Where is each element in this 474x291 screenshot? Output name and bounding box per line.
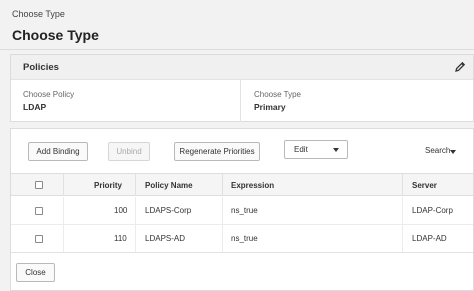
footer-divider: [11, 252, 473, 253]
page-title: Choose Type: [12, 27, 99, 43]
breadcrumb: Choose Type: [12, 9, 65, 19]
policies-panel-header: Policies: [11, 55, 473, 80]
header-divider: [0, 49, 474, 50]
select-all-checkbox[interactable]: [35, 181, 43, 189]
choose-type-field: Choose Type Primary: [242, 80, 474, 122]
close-button[interactable]: Close: [16, 263, 55, 282]
column-divider: [135, 225, 136, 252]
server-cell: LDAP-AD: [412, 234, 447, 243]
choose-type-value: Primary: [254, 102, 286, 112]
table-row[interactable]: 100 LDAPS-Corp ns_true LDAP-Corp: [11, 197, 473, 225]
pencil-icon[interactable]: [453, 60, 467, 74]
edit-select-value: Edit: [294, 145, 308, 154]
server-cell: LDAP-Corp: [412, 206, 453, 215]
row-checkbox[interactable]: [35, 235, 43, 243]
unbind-button[interactable]: Unbind: [108, 142, 150, 161]
column-header-server[interactable]: Server: [412, 181, 437, 190]
chevron-down-icon: [450, 150, 456, 154]
expression-cell: ns_true: [231, 234, 258, 243]
search-button[interactable]: Search: [425, 146, 456, 155]
table-row[interactable]: 110 LDAPS-AD ns_true LDAP-AD: [11, 225, 473, 253]
choose-policy-field: Choose Policy LDAP: [11, 80, 241, 122]
regenerate-priorities-button[interactable]: Regenerate Priorities: [174, 142, 260, 161]
priority-cell: 100: [114, 206, 128, 215]
choose-policy-label: Choose Policy: [23, 90, 75, 99]
column-divider: [222, 174, 223, 196]
choose-type-label: Choose Type: [254, 90, 301, 99]
column-divider: [402, 225, 403, 252]
column-divider: [402, 197, 403, 224]
table-header: Priority Policy Name Expression Server: [11, 173, 473, 196]
choose-policy-value: LDAP: [23, 102, 47, 112]
bindings-panel: Add Binding Unbind Regenerate Priorities…: [10, 128, 474, 291]
column-header-policy-name[interactable]: Policy Name: [145, 181, 193, 190]
policy-name-cell: LDAPS-AD: [145, 234, 186, 243]
add-binding-button[interactable]: Add Binding: [28, 142, 88, 161]
column-divider: [222, 197, 223, 224]
policies-panel: Policies Choose Policy LDAP Choose Type …: [10, 54, 474, 122]
column-divider: [402, 174, 403, 196]
column-divider: [222, 225, 223, 252]
chevron-down-icon: [333, 148, 339, 152]
search-label: Search: [425, 146, 451, 155]
column-divider: [135, 174, 136, 196]
priority-cell: 110: [114, 234, 127, 243]
column-divider: [135, 197, 136, 224]
column-divider: [63, 225, 64, 252]
policies-panel-title: Policies: [23, 62, 59, 73]
column-header-expression[interactable]: Expression: [231, 181, 274, 190]
column-divider: [63, 197, 64, 224]
column-header-priority[interactable]: Priority: [94, 181, 122, 190]
edit-select[interactable]: Edit: [284, 140, 348, 159]
column-divider: [63, 174, 64, 196]
expression-cell: ns_true: [231, 206, 258, 215]
policy-name-cell: LDAPS-Corp: [145, 206, 192, 215]
row-checkbox[interactable]: [35, 207, 43, 215]
